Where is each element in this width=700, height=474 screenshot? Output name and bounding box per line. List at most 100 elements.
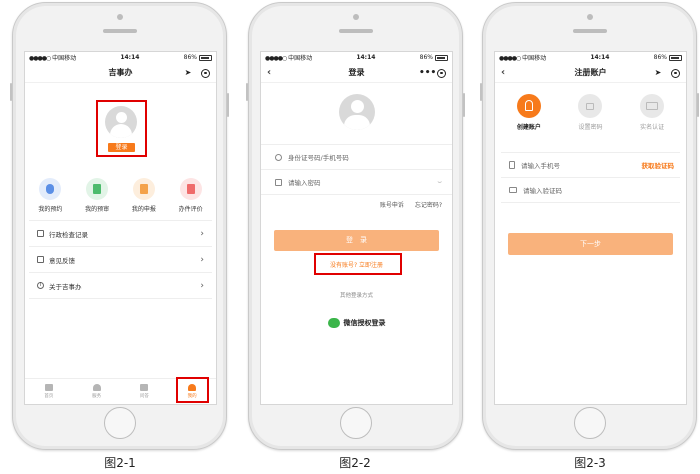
wechat-login-button[interactable]: 微信授权登录 <box>261 318 452 328</box>
home-button <box>103 407 136 439</box>
highlight-box <box>314 253 402 275</box>
highlight-box <box>176 377 209 403</box>
phone-input[interactable]: 请输入手机号 获取验证码 <box>501 153 680 178</box>
menu-item-label: 行政检查记录 <box>49 230 88 239</box>
step-set-password: 设置密码 <box>560 94 620 131</box>
quick-action-declaration[interactable]: 我的申报 <box>124 178 164 213</box>
wechat-login-label: 微信授权登录 <box>343 319 386 327</box>
more-icon[interactable]: ••• <box>419 68 436 78</box>
front-camera <box>586 14 593 20</box>
qa-icon <box>140 384 149 391</box>
status-bar: ●●●●○ 中国移动 14:14 86% <box>25 52 216 63</box>
phone-frame-2: ●●●●○ 中国移动 14:14 86% ‹ 登录 ••• 身份证号码/手机号码… <box>246 2 465 450</box>
figure-caption: 图2-3 <box>574 456 606 470</box>
page-title: 注册账户 <box>574 68 607 77</box>
chevron-right-icon: › <box>200 254 204 265</box>
status-bar: ●●●●○ 中国移动 14:14 86% <box>261 52 452 63</box>
back-icon[interactable]: ‹ <box>267 67 271 78</box>
location-arrow-icon[interactable]: ➤ <box>653 68 663 78</box>
quick-action-evaluation[interactable]: 办件评价 <box>171 178 211 213</box>
quick-action-label: 我的预审 <box>85 206 110 213</box>
step-create-account: 创建账户 <box>499 94 559 131</box>
page-title: 登录 <box>348 68 365 77</box>
register-form: 请输入手机号 获取验证码 请输入验证码 <box>501 152 680 203</box>
chevron-right-icon: › <box>200 280 204 291</box>
front-camera <box>116 14 123 20</box>
forgot-password-link[interactable]: 忘记密码? <box>415 202 442 209</box>
status-time: 14:14 <box>590 54 610 61</box>
location-arrow-icon[interactable]: ➤ <box>183 68 193 78</box>
menu-item-about[interactable]: i 关于吉事办 › <box>29 273 212 299</box>
earpiece-speaker <box>572 29 607 33</box>
close-miniapp-icon[interactable] <box>671 68 680 78</box>
menu-item-inspection-records[interactable]: 行政检查记录 › <box>29 221 212 247</box>
close-miniapp-icon[interactable] <box>437 68 446 78</box>
menu-item-feedback[interactable]: 意见反馈 › <box>29 247 212 273</box>
service-icon <box>92 384 101 391</box>
screen-my-page: ●●●●○ 中国移动 14:14 86% 吉事办 ➤ 登录 我的预约 我的预审 <box>24 51 217 405</box>
edit-icon <box>37 256 44 263</box>
code-placeholder: 请输入验证码 <box>523 187 562 195</box>
screen-login: ●●●●○ 中国移动 14:14 86% ‹ 登录 ••• 身份证号码/手机号码… <box>260 51 453 405</box>
tab-label: 服务 <box>92 394 102 399</box>
step-label: 创建账户 <box>516 124 541 131</box>
quick-action-pre-review[interactable]: 我的预审 <box>77 178 117 213</box>
figure-caption: 图2-2 <box>339 456 371 470</box>
status-time: 14:14 <box>120 54 140 61</box>
menu-item-label: 意见反馈 <box>49 256 75 265</box>
eye-closed-icon[interactable]: ⌣ <box>437 178 442 187</box>
form-links: 账号申诉 忘记密码? <box>380 200 442 209</box>
highlight-box <box>96 100 147 157</box>
battery-indicator: 86% <box>420 54 448 61</box>
quick-action-label: 办件评价 <box>178 206 203 213</box>
password-placeholder: 请输入密码 <box>288 179 321 187</box>
phone-placeholder: 请输入手机号 <box>521 162 560 170</box>
volume-button <box>480 83 482 101</box>
home-button <box>339 407 372 439</box>
power-button <box>463 93 465 117</box>
nav-bar: ‹ 注册账户 ➤ <box>495 63 686 83</box>
menu-item-label: 关于吉事办 <box>49 282 82 291</box>
nav-bar: ‹ 登录 ••• <box>261 63 452 83</box>
phone-icon <box>509 161 515 169</box>
next-step-button[interactable]: 下一步 <box>508 233 673 255</box>
lock-icon <box>275 178 282 186</box>
carrier-text: ●●●●○ 中国移动 <box>29 55 77 62</box>
carrier-text: ●●●●○ 中国移动 <box>499 55 547 62</box>
status-time: 14:14 <box>356 54 376 61</box>
code-input[interactable]: 请输入验证码 <box>501 178 680 203</box>
earpiece-speaker <box>102 29 137 33</box>
tab-home[interactable]: 首页 <box>31 384 67 399</box>
password-input[interactable]: 请输入密码 ⌣ <box>261 170 452 195</box>
figure-caption: 图2-1 <box>104 456 136 470</box>
step-real-name: 实名认证 <box>622 94 682 131</box>
login-button[interactable]: 登 录 <box>274 230 439 251</box>
status-bar: ●●●●○ 中国移动 14:14 86% <box>495 52 686 63</box>
power-button <box>697 93 699 117</box>
quick-action-appointment[interactable]: 我的预约 <box>30 178 70 213</box>
home-icon <box>44 384 53 391</box>
account-appeal-link[interactable]: 账号申诉 <box>380 202 404 209</box>
tab-label: 问答 <box>139 394 149 399</box>
volume-button <box>10 83 12 101</box>
id-card-icon <box>640 94 665 118</box>
user-avatar <box>339 94 375 130</box>
id-number-input[interactable]: 身份证号码/手机号码 <box>261 145 452 170</box>
power-button <box>227 93 229 117</box>
message-icon <box>509 187 517 193</box>
carrier-text: ●●●●○ 中国移动 <box>265 55 313 62</box>
volume-button <box>246 83 248 101</box>
quick-action-label: 我的预约 <box>38 206 63 213</box>
wechat-icon <box>327 318 340 328</box>
back-icon[interactable]: ‹ <box>501 67 505 78</box>
tab-service[interactable]: 服务 <box>79 384 115 399</box>
chevron-right-icon: › <box>200 228 204 239</box>
get-code-button[interactable]: 获取验证码 <box>642 160 675 170</box>
add-user-icon <box>516 94 541 118</box>
menu-list: 行政检查记录 › 意见反馈 › i 关于吉事办 › <box>29 220 212 299</box>
close-miniapp-icon[interactable] <box>201 68 210 78</box>
page-title: 吉事办 <box>108 68 133 77</box>
phone-frame-3: ●●●●○ 中国移动 14:14 86% ‹ 注册账户 ➤ 创建账户 设置密码 <box>480 2 699 450</box>
tab-qa[interactable]: 问答 <box>126 384 162 399</box>
screen-register: ●●●●○ 中国移动 14:14 86% ‹ 注册账户 ➤ 创建账户 设置密码 <box>494 51 687 405</box>
